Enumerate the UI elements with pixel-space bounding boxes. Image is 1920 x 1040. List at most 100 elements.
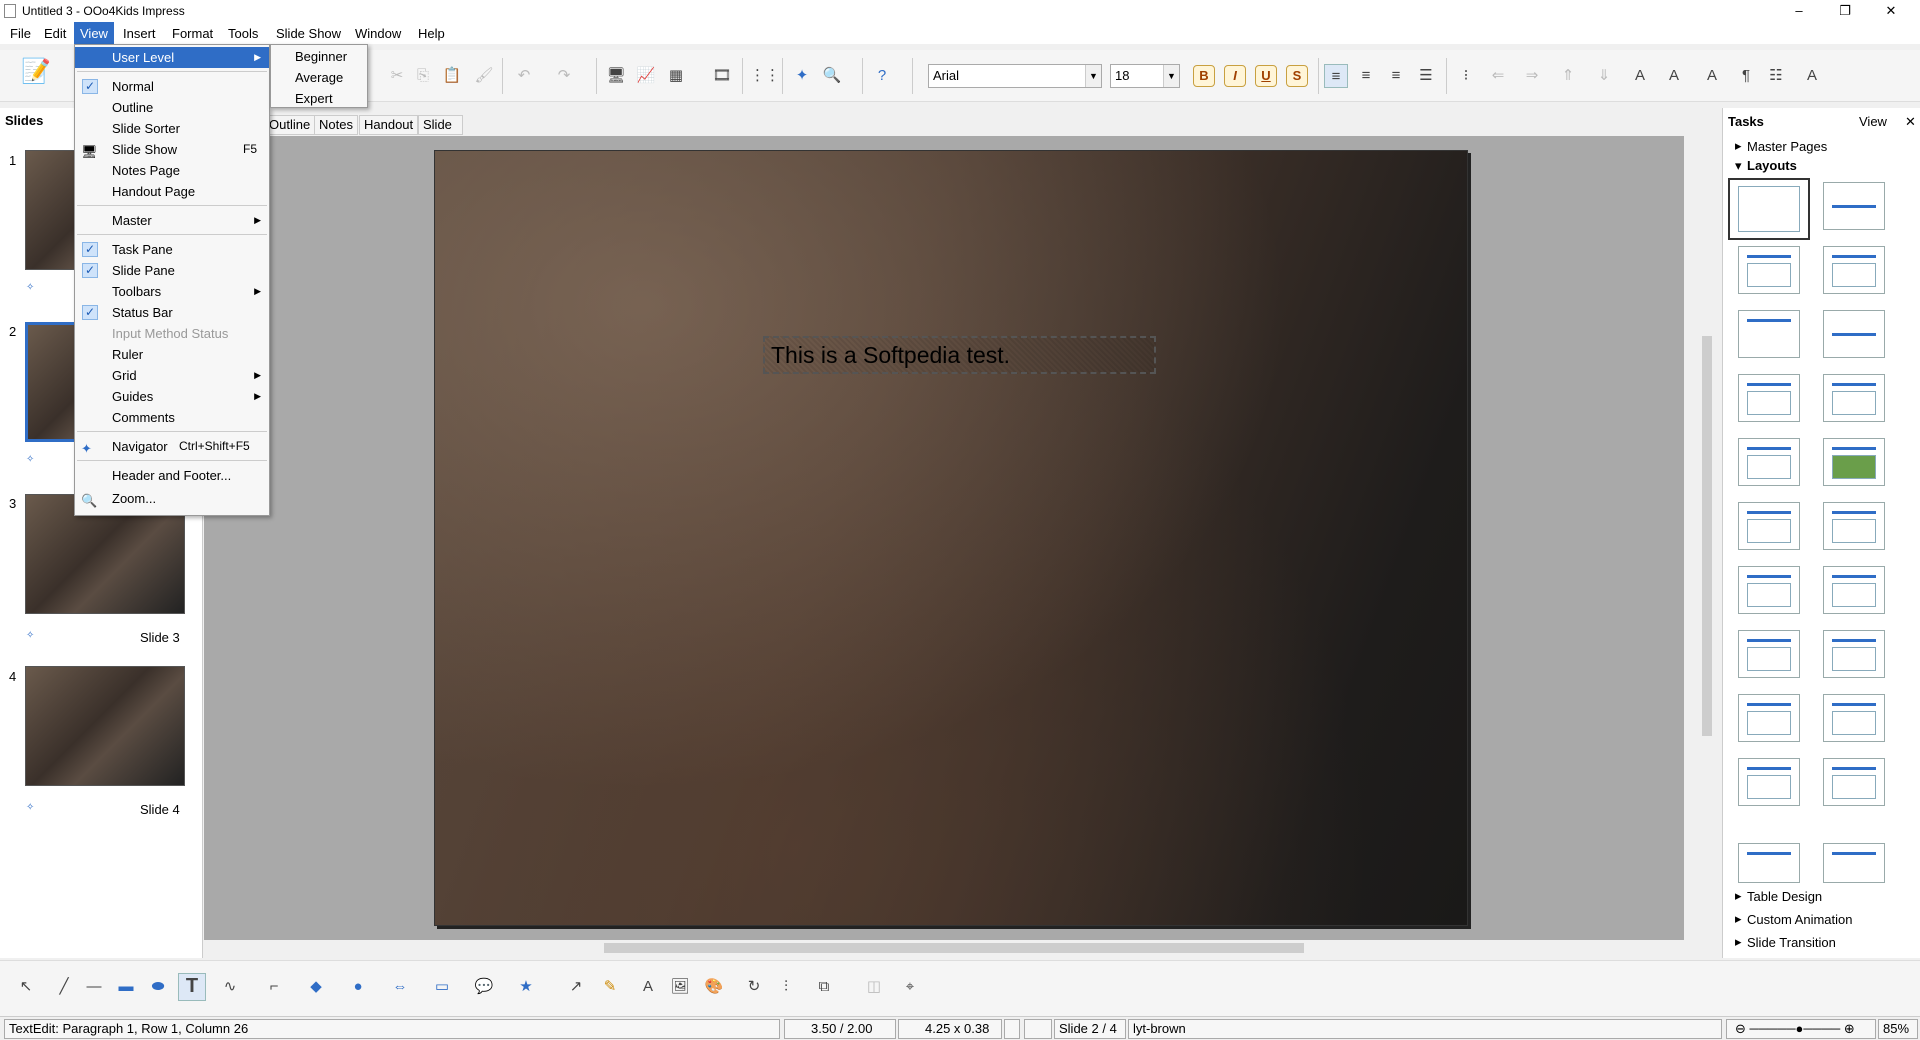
align-center-icon[interactable]: ≡: [1354, 64, 1378, 88]
menu-item-zoom[interactable]: 🔍 Zoom...: [75, 488, 269, 509]
underline-button[interactable]: U: [1255, 65, 1277, 87]
chevron-down-icon[interactable]: ▼: [1085, 65, 1101, 87]
layout-text-object[interactable]: [1823, 566, 1885, 614]
line-icon[interactable]: ╱: [52, 975, 76, 999]
status-zoom[interactable]: 85%: [1878, 1019, 1918, 1039]
menu-window[interactable]: Window: [349, 25, 407, 42]
tab-slide-sorter[interactable]: Slide Sorter: [418, 115, 464, 150]
menu-tools[interactable]: Tools: [222, 25, 264, 42]
menu-item-ruler[interactable]: Ruler: [75, 344, 269, 365]
zoom-icon[interactable]: 🔍: [820, 64, 844, 88]
horizontal-scrollbar[interactable]: [204, 940, 1699, 956]
menu-format[interactable]: Format: [166, 25, 219, 42]
curve-icon[interactable]: ∿: [218, 975, 242, 999]
movie-icon[interactable]: 🎞: [710, 64, 734, 88]
submenu-item-expert[interactable]: Expert: [295, 91, 333, 106]
bold-button[interactable]: B: [1193, 65, 1215, 87]
menu-item-slide-pane[interactable]: ✓ Slide Pane: [75, 260, 269, 281]
line-arrow-icon[interactable]: —: [82, 975, 106, 999]
align-left-icon[interactable]: ≡: [1324, 64, 1348, 88]
cut-icon[interactable]: ✂: [385, 64, 409, 88]
close-icon[interactable]: ✕: [1905, 114, 1916, 130]
table-icon[interactable]: ▦: [664, 64, 688, 88]
slide-transition-header[interactable]: Slide Transition: [1747, 935, 1836, 950]
layout-text-image[interactable]: [1823, 502, 1885, 550]
layout-text-2-objects[interactable]: [1738, 630, 1800, 678]
menu-item-outline[interactable]: Outline: [75, 97, 269, 118]
ellipse-icon[interactable]: ⬬: [146, 975, 170, 999]
paragraph-icon[interactable]: ¶: [1734, 64, 1758, 88]
basic-shapes-icon[interactable]: ◆: [304, 975, 328, 999]
arrange-icon[interactable]: ⧉: [812, 975, 836, 999]
promote-icon[interactable]: ⇐: [1486, 64, 1510, 88]
bullets-icon[interactable]: ⁝: [1454, 64, 1478, 88]
menu-view[interactable]: View: [74, 22, 114, 44]
layout-title-content[interactable]: [1738, 246, 1800, 294]
layout-title-two-content[interactable]: [1823, 246, 1885, 294]
layout-text-over-object[interactable]: [1823, 758, 1885, 806]
layout-title-chart[interactable]: [1823, 374, 1885, 422]
font-color-icon[interactable]: A: [1800, 64, 1824, 88]
menu-item-navigator[interactable]: ✦ Navigator Ctrl+Shift+F5: [75, 436, 269, 457]
layout-chart-text[interactable]: [1738, 566, 1800, 614]
layout-2-objects-text[interactable]: [1823, 694, 1885, 742]
block-arrows-icon[interactable]: ⇔: [388, 975, 412, 999]
points-icon[interactable]: ↗: [564, 975, 588, 999]
vertical-scrollbar[interactable]: [1699, 136, 1715, 940]
chart-icon[interactable]: 📈: [634, 64, 658, 88]
callouts-icon[interactable]: 💬: [472, 975, 496, 999]
flowchart-icon[interactable]: ▭: [430, 975, 454, 999]
close-button[interactable]: ✕: [1868, 0, 1914, 22]
connector-icon[interactable]: ⌐: [262, 975, 286, 999]
from-file-icon[interactable]: 🖼: [668, 975, 692, 999]
menu-item-normal[interactable]: ✓ Normal: [75, 76, 269, 97]
italic-button[interactable]: I: [1224, 65, 1246, 87]
submenu-item-average[interactable]: Average: [295, 70, 343, 85]
bullets-numbering-icon[interactable]: ☷: [1764, 64, 1788, 88]
justify-icon[interactable]: ☰: [1414, 64, 1438, 88]
master-pages-header[interactable]: Master Pages: [1747, 139, 1827, 154]
select-arrow-icon[interactable]: ↖: [14, 975, 38, 999]
chevron-down-icon[interactable]: ▼: [1163, 65, 1179, 87]
table-design-header[interactable]: Table Design: [1747, 889, 1822, 904]
layout-4-objects[interactable]: [1738, 843, 1800, 883]
menu-item-notes-page[interactable]: Notes Page: [75, 160, 269, 181]
paste-icon[interactable]: 📋: [440, 64, 464, 88]
menu-item-handout-page[interactable]: Handout Page: [75, 181, 269, 202]
menu-item-guides[interactable]: Guides ▶: [75, 386, 269, 407]
font-name-combo[interactable]: Arial ▼: [928, 64, 1102, 88]
zoom-slider[interactable]: ⊖ ─────●──── ⊕: [1726, 1019, 1876, 1039]
menu-item-master[interactable]: Master ▶: [75, 210, 269, 231]
undo-icon[interactable]: ↶: [512, 64, 536, 88]
scroll-thumb[interactable]: [604, 943, 1304, 953]
submenu-item-beginner[interactable]: Beginner: [295, 49, 347, 64]
grid-icon[interactable]: ⋮⋮: [750, 64, 780, 88]
slide-thumbnail-4[interactable]: [25, 666, 185, 786]
shadow-button[interactable]: S: [1286, 65, 1308, 87]
gallery-icon[interactable]: 🎨: [702, 975, 726, 999]
tab-handout[interactable]: Handout: [359, 115, 419, 135]
clone-format-icon[interactable]: 🖌: [472, 64, 496, 88]
stars-icon[interactable]: ★: [514, 975, 538, 999]
scroll-thumb[interactable]: [1702, 336, 1712, 736]
rotate-icon[interactable]: ↻: [742, 975, 766, 999]
menu-help[interactable]: Help: [412, 25, 451, 42]
move-up-icon[interactable]: ⇑: [1556, 64, 1580, 88]
menu-item-user-level[interactable]: User Level ▶: [75, 47, 269, 68]
layout-object-over-text[interactable]: [1738, 694, 1800, 742]
maximize-button[interactable]: ❐: [1822, 0, 1868, 22]
menu-edit[interactable]: Edit: [38, 25, 72, 42]
text-tool-icon[interactable]: T: [178, 973, 206, 1001]
custom-animation-header[interactable]: Custom Animation: [1747, 912, 1853, 927]
alignment-icon[interactable]: ⫶: [774, 975, 798, 999]
layout-title-object[interactable]: [1738, 374, 1800, 422]
tab-outline[interactable]: Outline: [264, 115, 316, 135]
glue-points-icon[interactable]: ✎: [598, 975, 622, 999]
fontwork-icon[interactable]: A: [636, 975, 660, 999]
slide-canvas[interactable]: [434, 150, 1468, 926]
menu-insert[interactable]: Insert: [117, 25, 162, 42]
layout-title-image[interactable]: [1823, 438, 1885, 486]
menu-item-grid[interactable]: Grid ▶: [75, 365, 269, 386]
increase-font-icon[interactable]: A: [1628, 64, 1652, 88]
demote-icon[interactable]: ⇒: [1520, 64, 1544, 88]
